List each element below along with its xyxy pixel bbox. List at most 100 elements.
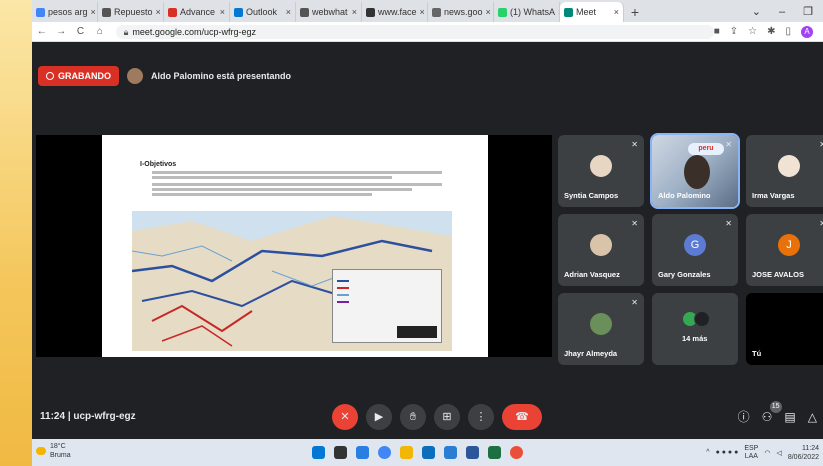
browser-tab[interactable]: Advance × bbox=[164, 2, 230, 22]
meeting-details-icon[interactable]: ⓘ bbox=[738, 408, 750, 425]
presentation-stage: I-Objetivos bbox=[36, 135, 552, 357]
participant-name: 14 más bbox=[682, 334, 708, 343]
close-tab-icon[interactable]: × bbox=[91, 7, 96, 17]
language-indicator[interactable]: ESP LAA bbox=[744, 445, 758, 461]
tab-favicon-icon bbox=[168, 7, 177, 17]
task-view-icon[interactable] bbox=[334, 446, 347, 459]
tab-label: webwhat bbox=[312, 7, 348, 17]
participant-name: Adrian Vasquez bbox=[564, 270, 620, 279]
record-icon bbox=[46, 72, 54, 80]
tray-icons[interactable]: ● ● ● ● bbox=[716, 449, 739, 456]
participant-tile[interactable]: ✕ Adrian Vasquez bbox=[558, 214, 644, 286]
edge-icon[interactable] bbox=[444, 446, 457, 459]
participant-avatar: J bbox=[778, 234, 800, 256]
weather-label: Bruma bbox=[50, 452, 71, 459]
volume-icon[interactable]: ◁ bbox=[776, 449, 781, 457]
participant-tile[interactable]: Tú bbox=[746, 293, 823, 365]
url-text: meet.google.com/ucp-wfrg-egz bbox=[132, 26, 256, 37]
wifi-icon[interactable]: ◠ bbox=[764, 449, 770, 457]
mic-muted-icon: ✕ bbox=[819, 219, 823, 228]
close-tab-icon[interactable]: × bbox=[286, 7, 291, 17]
store-icon[interactable] bbox=[422, 446, 435, 459]
profile-avatar[interactable]: A bbox=[801, 25, 814, 38]
browser-tab[interactable]: Outlook × bbox=[230, 2, 296, 22]
participant-tile[interactable]: J ✕ JOSE AVALOS bbox=[746, 214, 823, 286]
home-icon[interactable]: ⌂ bbox=[90, 26, 109, 37]
map-legend bbox=[332, 269, 442, 343]
slide-text-line bbox=[152, 188, 412, 191]
bookmark-star-icon[interactable]: ☆ bbox=[748, 26, 757, 37]
legend-minimap bbox=[397, 326, 437, 338]
minimize-icon[interactable]: – bbox=[779, 2, 785, 22]
tab-label: Advance bbox=[180, 7, 216, 17]
mic-muted-icon: ✕ bbox=[631, 298, 638, 307]
participants-count: 15 bbox=[769, 400, 782, 413]
browser-tab[interactable]: pesos arg × bbox=[32, 2, 98, 22]
more-options-button[interactable]: ⋮ bbox=[468, 403, 494, 430]
start-icon[interactable] bbox=[312, 446, 325, 459]
mic-muted-icon: ✕ bbox=[725, 140, 732, 149]
participant-head bbox=[684, 155, 710, 189]
close-tab-icon[interactable]: × bbox=[220, 7, 225, 17]
raise-hand-button[interactable]: ✋︎ bbox=[400, 403, 426, 430]
participant-avatar bbox=[590, 234, 612, 256]
temperature: 18°C bbox=[50, 443, 66, 450]
browser-tab[interactable]: (1) WhatsA× bbox=[494, 2, 560, 22]
recording-badge[interactable]: GRABANDO bbox=[38, 66, 119, 86]
weather-widget[interactable]: 18°C Bruma bbox=[36, 442, 71, 460]
browser-tab[interactable]: webwhat × bbox=[296, 2, 362, 22]
file-explorer-icon[interactable] bbox=[400, 446, 413, 459]
participant-tile[interactable]: 14 más bbox=[652, 293, 738, 365]
close-tab-icon[interactable]: × bbox=[614, 7, 619, 17]
maximize-icon[interactable]: ❐ bbox=[803, 2, 813, 22]
sidepanel-icon[interactable]: ▯ bbox=[786, 26, 792, 37]
leave-call-button[interactable]: ☎ bbox=[502, 403, 542, 430]
slide-title: I-Objetivos bbox=[140, 161, 177, 168]
participant-tile[interactable]: ✕ Jhayr Almeyda bbox=[558, 293, 644, 365]
camera-button[interactable]: ▶ bbox=[366, 403, 392, 430]
tray-chevron-icon[interactable]: ^ bbox=[706, 449, 709, 456]
close-tab-icon[interactable]: × bbox=[486, 7, 491, 17]
people-button[interactable]: ⚇ 15 bbox=[762, 400, 782, 424]
participant-tile[interactable]: ✕ Irma Vargas bbox=[746, 135, 823, 207]
new-tab-button[interactable]: + bbox=[624, 2, 646, 22]
chat-icon[interactable]: ▤ bbox=[784, 410, 795, 424]
present-screen-button[interactable]: ⊞ bbox=[434, 403, 460, 430]
participant-name: JOSE AVALOS bbox=[752, 270, 804, 279]
clock[interactable]: 11:24 8/06/2022 bbox=[788, 444, 819, 462]
word-icon[interactable] bbox=[466, 446, 479, 459]
tab-search-icon[interactable]: ⌄ bbox=[752, 2, 761, 22]
close-tab-icon[interactable]: × bbox=[156, 7, 161, 17]
browser-tab[interactable]: Meet × bbox=[560, 2, 624, 22]
browser-tab[interactable]: Repuesto × bbox=[98, 2, 164, 22]
legend-row bbox=[337, 286, 437, 290]
app-icon[interactable] bbox=[510, 446, 523, 459]
activities-icon[interactable]: △ bbox=[808, 410, 817, 424]
close-tab-icon[interactable]: × bbox=[420, 7, 425, 17]
share-icon[interactable]: ⇪ bbox=[730, 26, 738, 37]
org-logo: peru bbox=[688, 143, 724, 155]
presenter-text: Aldo Palomino está presentando bbox=[151, 71, 292, 81]
browser-tab[interactable]: www.face × bbox=[362, 2, 428, 22]
reload-icon[interactable]: C bbox=[71, 26, 90, 37]
microphone-off-button[interactable]: ✕ bbox=[332, 403, 358, 430]
tab-favicon-icon bbox=[36, 7, 45, 17]
tab-label: (1) WhatsA bbox=[510, 7, 556, 17]
mic-muted-icon: ✕ bbox=[631, 140, 638, 149]
system-tray: ^ ● ● ● ● ESP LAA ◠ ◁ 11:24 8/06/2022 bbox=[706, 444, 819, 462]
participant-tile[interactable]: ✕ Syntia Campos bbox=[558, 135, 644, 207]
back-icon[interactable]: ← bbox=[32, 26, 51, 37]
participant-tile[interactable]: G ✕ Gary Gonzales bbox=[652, 214, 738, 286]
participant-tile[interactable]: peru ✕ Aldo Palomino bbox=[650, 133, 740, 209]
participant-name: Irma Vargas bbox=[752, 191, 795, 200]
excel-icon[interactable] bbox=[488, 446, 501, 459]
search-icon[interactable] bbox=[356, 446, 369, 459]
camera-icon[interactable]: ■ bbox=[714, 26, 720, 37]
extensions-icon[interactable]: ✱ bbox=[767, 26, 775, 37]
chrome-icon[interactable] bbox=[378, 446, 391, 459]
browser-tab[interactable]: news.goo × bbox=[428, 2, 494, 22]
close-tab-icon[interactable]: × bbox=[352, 7, 357, 17]
url-field[interactable]: 🔒︎ meet.google.com/ucp-wfrg-egz bbox=[115, 24, 714, 39]
participant-name: Gary Gonzales bbox=[658, 270, 711, 279]
forward-icon[interactable]: → bbox=[51, 26, 70, 37]
